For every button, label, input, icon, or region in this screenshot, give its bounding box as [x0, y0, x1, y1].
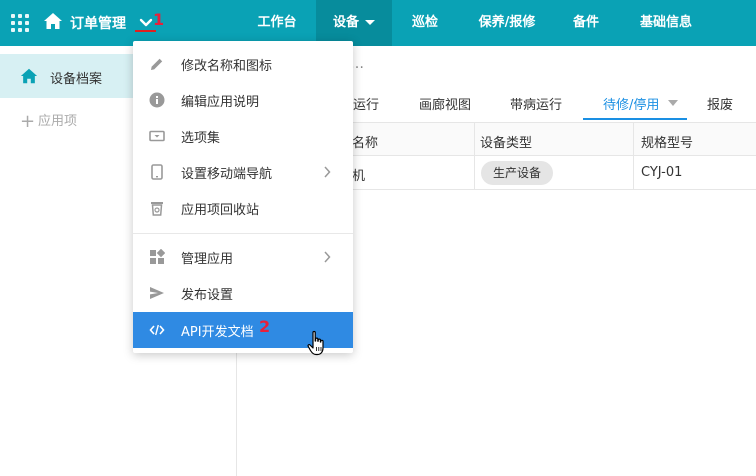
hand-cursor-icon [307, 330, 324, 356]
apps-icon [150, 249, 165, 264]
tab-gallery-view[interactable]: 画廊视图 [419, 94, 471, 113]
menu-item-label: 应用项回收站 [181, 203, 260, 218]
menu-item-publish-settings[interactable]: 发布设置 [133, 275, 353, 311]
menu-item-label: 编辑应用说明 [181, 95, 260, 110]
app-settings-menu: 修改名称和图标 编辑应用说明 选项集 设置移动端导航 应用项回收站 管理应用 发… [133, 41, 353, 353]
app-grid-icon[interactable] [11, 14, 29, 32]
column-header-name[interactable]: 名称 [352, 132, 378, 151]
nav-basic-info[interactable]: 基础信息 [629, 0, 703, 46]
menu-item-label: API开发文档 [181, 325, 254, 340]
menu-item-label: 设置移动端导航 [181, 167, 273, 182]
active-tab-indicator [583, 118, 687, 120]
menu-divider [133, 233, 353, 234]
column-header-model[interactable]: 规格型号 [641, 132, 693, 151]
chevron-down-icon[interactable] [138, 14, 154, 30]
column-divider [474, 156, 475, 190]
tab-pending-repair[interactable]: 待修/停用 [603, 94, 659, 113]
tab-caret-down-icon[interactable] [668, 100, 678, 106]
tab-running-with-faults[interactable]: 带病运行 [510, 94, 562, 113]
cell-name: 机 [352, 169, 366, 184]
annotation-marker-2: 2 [259, 317, 271, 336]
column-divider[interactable] [633, 123, 634, 157]
menu-item-label: 选项集 [181, 131, 221, 146]
annotation-underline [135, 30, 156, 32]
menu-item-mobile-nav[interactable]: 设置移动端导航 [133, 154, 353, 190]
info-icon [149, 92, 165, 108]
menu-item-rename[interactable]: 修改名称和图标 [133, 46, 353, 82]
cell-model: CYJ-01 [641, 165, 683, 180]
nav-inspection[interactable]: 巡检 [400, 0, 450, 46]
nav-maintenance[interactable]: 保养/报修 [468, 0, 546, 46]
tab-running[interactable]: 运行 [353, 94, 379, 113]
column-divider[interactable] [474, 123, 475, 157]
menu-item-option-sets[interactable]: 选项集 [133, 118, 353, 154]
tab-scrapped[interactable]: 报废 [707, 94, 733, 113]
app-home-icon [44, 13, 62, 29]
add-app-item-button[interactable]: + 应用项 [20, 110, 77, 132]
column-divider [633, 156, 634, 190]
menu-item-label: 修改名称和图标 [181, 59, 273, 74]
equipment-type-tag: 生产设备 [481, 161, 554, 185]
nav-spare-parts[interactable]: 备件 [562, 0, 610, 46]
chevron-right-icon [324, 166, 331, 178]
top-bar: 订单管理 1 工作台 设备 巡检 保养/报修 备件 基础信息 [0, 0, 756, 46]
nav-workbench[interactable]: 工作台 [248, 0, 306, 46]
menu-item-label: 管理应用 [181, 252, 234, 267]
menu-item-recycle-bin[interactable]: 应用项回收站 [133, 190, 353, 226]
mobile-icon [151, 164, 163, 180]
app-title[interactable]: 订单管理 [70, 13, 126, 33]
caret-down-icon [365, 20, 375, 25]
menu-item-manage-app[interactable]: 管理应用 [133, 239, 353, 275]
recycle-bin-icon [151, 202, 163, 216]
menu-item-label: 发布设置 [181, 288, 234, 303]
nav-equipment-label: 设备 [332, 15, 359, 30]
code-icon [149, 324, 165, 336]
select-box-icon [149, 130, 165, 142]
add-app-item-label: 应用项 [38, 114, 78, 129]
plus-icon: + [20, 111, 36, 132]
annotation-marker-1: 1 [153, 10, 165, 29]
chevron-right-icon [324, 251, 331, 263]
send-icon [150, 287, 164, 299]
nav-equipment[interactable]: 设备 [316, 0, 392, 46]
menu-item-edit-description[interactable]: 编辑应用说明 [133, 82, 353, 118]
sidebar-item-label: 设备档案 [50, 72, 103, 87]
home-icon [20, 68, 38, 84]
column-header-type[interactable]: 设备类型 [480, 132, 532, 151]
pencil-icon [151, 58, 163, 70]
